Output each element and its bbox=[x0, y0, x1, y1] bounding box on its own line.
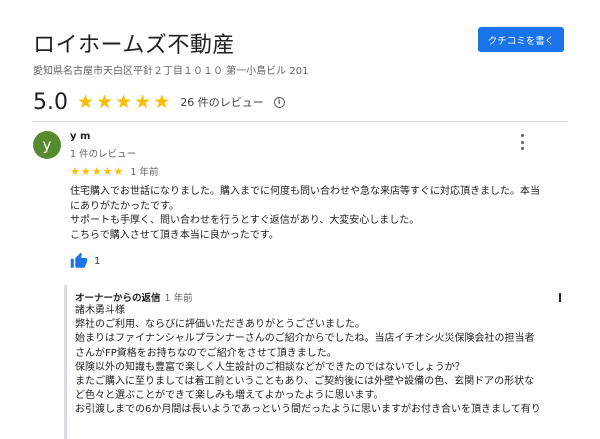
review-line: にありがたかったです。 bbox=[70, 200, 179, 212]
star-icon: ★ bbox=[153, 90, 171, 113]
rating-summary: 5.0 ★ ★ ★ ★ ★ 26 件のレビュー i bbox=[33, 89, 285, 115]
divider bbox=[33, 121, 567, 122]
review-body: 住宅購入でお世話になりました。購入までに何度も問い合わせや急な来店等すぐに対応頂… bbox=[70, 185, 550, 243]
info-icon[interactable]: i bbox=[273, 96, 285, 108]
summary-stars: ★ ★ ★ ★ ★ bbox=[77, 90, 171, 113]
owner-reply-header: オーナーからの返信 1 年前 bbox=[75, 290, 193, 304]
star-icon: ★ bbox=[113, 164, 124, 178]
star-icon: ★ bbox=[134, 90, 152, 113]
owner-reply-body: 諸木勇斗様 弊社のご利用、ならびに評価いただきありがとうございました。 始まりは… bbox=[75, 304, 560, 418]
average-score: 5.0 bbox=[33, 89, 68, 115]
reply-scrollbar[interactable] bbox=[559, 293, 561, 302]
owner-reply: オーナーからの返信 1 年前 諸木勇斗様 弊社のご利用、ならびに評価いただきあり… bbox=[64, 285, 562, 439]
business-header: ロイホームズ不動産 bbox=[33, 27, 235, 59]
like-button[interactable]: 1 bbox=[70, 252, 100, 270]
reviewer-avatar[interactable]: y bbox=[33, 131, 61, 159]
star-icon: ★ bbox=[115, 90, 133, 113]
thumbs-up-icon bbox=[70, 252, 88, 268]
owner-reply-date: 1 年前 bbox=[164, 293, 193, 304]
owner-reply-title: オーナーからの返信 bbox=[75, 293, 161, 304]
review-rating: ★ ★ ★ ★ ★ 1 年前 bbox=[70, 164, 159, 179]
reviewer-review-count: 1 件のレビュー bbox=[70, 149, 137, 160]
like-count: 1 bbox=[94, 255, 101, 267]
business-name: ロイホームズ不動産 bbox=[33, 33, 235, 58]
owner-reply-line: さんがFP資格をお持ちなのでご紹介をさせて頂きました。 bbox=[75, 347, 337, 359]
review-line: サポートも手厚く、問い合わせを行うとすぐ返信があり、大変安心しました。 bbox=[70, 215, 420, 226]
review-line: 住宅購入でお世話になりました。購入までに何度も問い合わせや急な来店等すぐに対応頂… bbox=[70, 186, 540, 197]
owner-reply-line: 弊社のご利用、ならびに評価いただきありがとうございました。 bbox=[75, 319, 365, 331]
owner-reply-line: またご購入に至りましては着工前ということもあり、ご契約後には外壁や設備の色、玄関… bbox=[75, 376, 535, 388]
more-options-icon[interactable] bbox=[516, 134, 528, 150]
owner-reply-line: 保険以外の知識も豊富で楽しく人生設計のご相談などができたのではないでしょうか？ bbox=[75, 361, 465, 373]
owner-reply-line: お引渡しまでの6か月間は長いようであっという間だったように思いますがお付き合いを… bbox=[75, 404, 541, 416]
review-line: こちらで購入させて頂き本当に良かったです。 bbox=[70, 229, 279, 241]
owner-reply-line: ど色々と選ぶことができて楽しみも増えてよかったように思います。 bbox=[75, 390, 384, 402]
star-icon: ★ bbox=[80, 164, 91, 178]
review-count: 26 件のレビュー bbox=[180, 96, 264, 109]
owner-reply-line: 諸木勇斗様 bbox=[75, 305, 125, 316]
star-icon: ★ bbox=[77, 90, 95, 113]
star-icon: ★ bbox=[70, 164, 80, 178]
star-icon: ★ bbox=[102, 164, 113, 178]
star-icon: ★ bbox=[96, 90, 114, 113]
star-icon: ★ bbox=[91, 164, 102, 178]
review-date: 1 年前 bbox=[130, 167, 159, 178]
owner-reply-line: 始まりはファイナンシャルプランナーさんのご紹介からでしたね。当店イチオシ火災保険… bbox=[75, 333, 535, 345]
write-review-button[interactable]: クチコミを書く bbox=[478, 27, 564, 52]
business-address: 愛知県名古屋市天白区平針２丁目１０１０ 第一小島ビル 201 bbox=[33, 66, 309, 77]
reviewer-name[interactable]: y m bbox=[70, 131, 90, 142]
